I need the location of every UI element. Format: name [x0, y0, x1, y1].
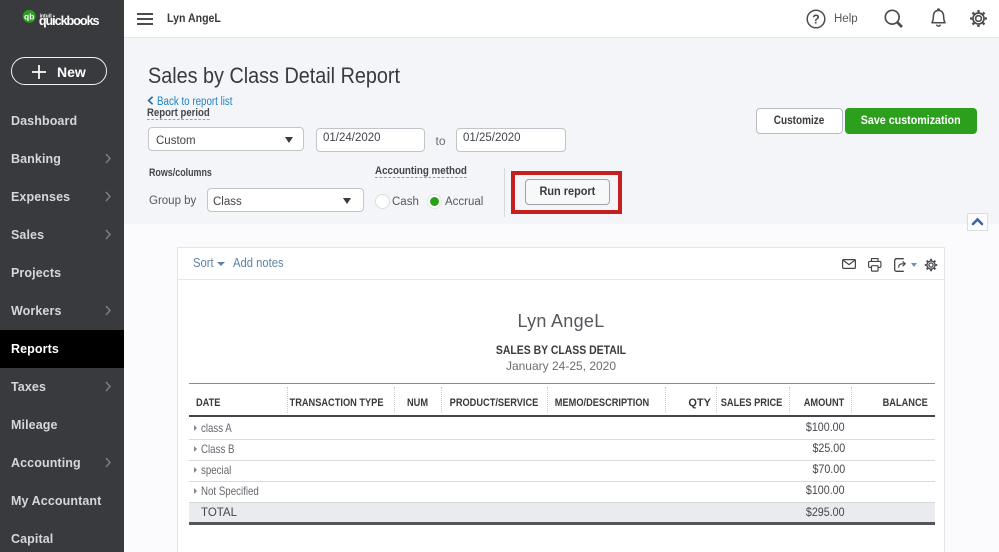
svg-text:quickbooks: quickbooks [39, 14, 100, 28]
svg-text:?: ? [812, 12, 820, 26]
svg-text:qb: qb [24, 11, 34, 21]
